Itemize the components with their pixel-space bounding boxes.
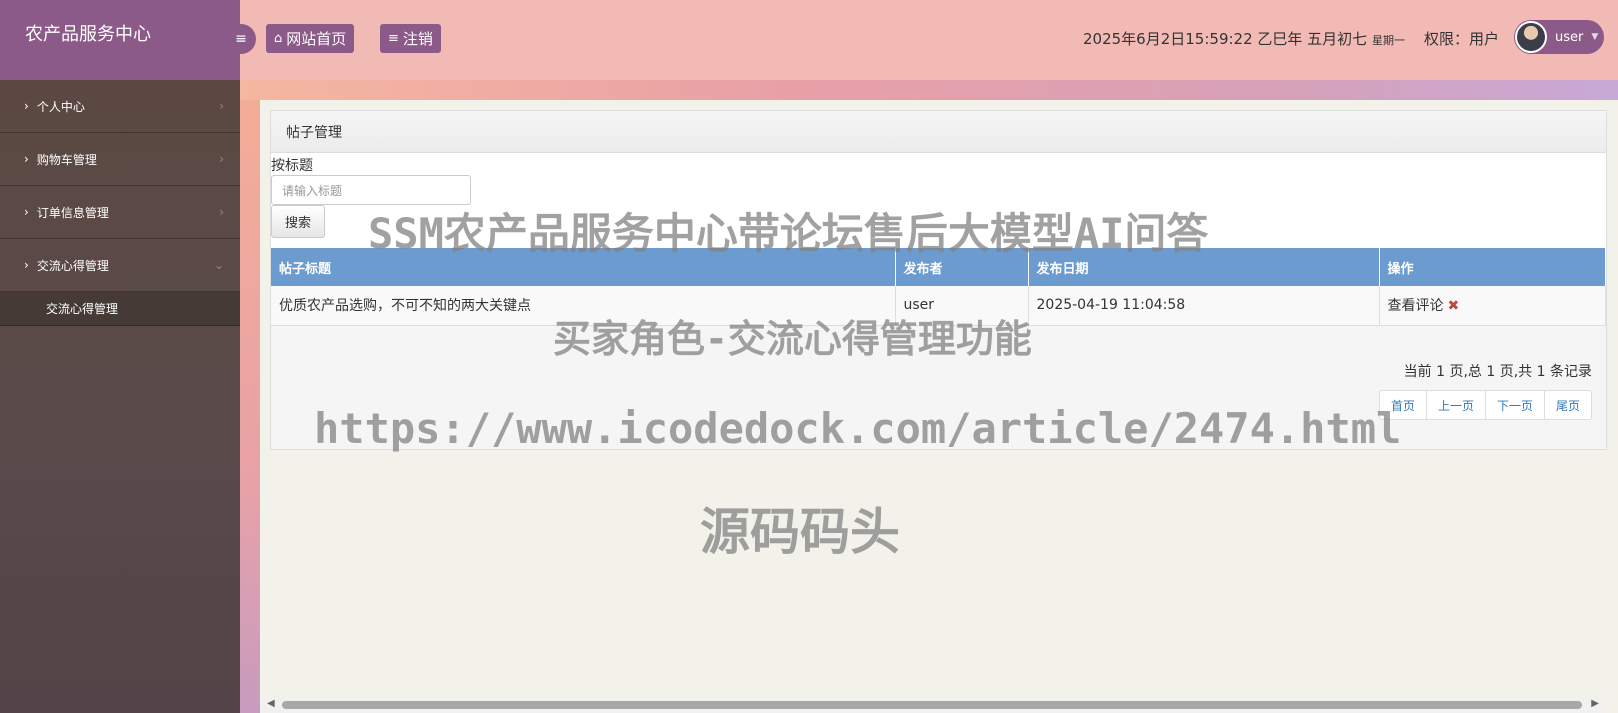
horizontal-scrollbar[interactable]: ◀ ▶: [262, 697, 1604, 713]
sidebar-item-cart[interactable]: › 购物车管理 ›: [0, 133, 240, 186]
watermark-url: https://www.icodedock.com/article/2474.h…: [314, 404, 1402, 453]
username: user: [1555, 29, 1584, 45]
caret-down-icon: ▼: [1591, 32, 1599, 42]
chevron-right-icon: ›: [219, 99, 224, 113]
column-header-action: 操作: [1379, 248, 1606, 286]
prev-page-button[interactable]: 上一页: [1425, 390, 1486, 420]
chevron-right-icon: ›: [24, 258, 29, 272]
sidebar-item-label: 购物车管理: [36, 152, 97, 167]
menu-toggle-icon[interactable]: ≡: [226, 24, 256, 54]
chevron-right-icon: ›: [219, 152, 224, 166]
view-comments-link[interactable]: 查看评论: [1388, 298, 1444, 314]
scroll-left-icon[interactable]: ◀: [267, 698, 275, 709]
cell-date: 2025-04-19 11:04:58: [1028, 286, 1380, 326]
list-icon: ≡: [388, 31, 399, 46]
home-icon: ⌂: [274, 31, 283, 46]
chevron-right-icon: ›: [24, 152, 29, 166]
next-page-button[interactable]: 下一页: [1484, 390, 1545, 420]
logout-button-label: 注销: [402, 30, 433, 48]
watermark-subtitle: 买家角色-交流心得管理功能: [553, 317, 1032, 361]
cell-action: 查看评论 ✖: [1379, 286, 1606, 326]
panel-title: 帖子管理: [271, 111, 1606, 153]
watermark-brand: 源码码头: [700, 503, 900, 561]
sidebar-item-label: 个人中心: [36, 99, 85, 114]
scroll-thumb[interactable]: [282, 701, 1582, 709]
logout-button[interactable]: ≡ 注销: [380, 24, 441, 53]
sidebar-item-label: 交流心得管理: [36, 258, 109, 273]
user-menu[interactable]: user ▼: [1514, 20, 1604, 54]
chevron-right-icon: ›: [219, 205, 224, 219]
delete-icon[interactable]: ✖: [1448, 298, 1460, 314]
sidebar-item-personal-center[interactable]: › 个人中心 ›: [0, 80, 240, 133]
top-header: [240, 0, 1618, 80]
search-label: 按标题: [271, 158, 313, 174]
app-brand: 农产品服务中心: [0, 0, 240, 80]
home-button-label: 网站首页: [286, 30, 347, 48]
datetime-text: 2025年6月2日15:59:22 乙巳年 五月初七: [1083, 30, 1368, 48]
pagination: 首页 上一页 下一页 尾页: [1378, 390, 1592, 420]
home-button[interactable]: ⌂ 网站首页: [266, 24, 355, 53]
chevron-down-icon: ⌄: [213, 258, 224, 272]
sidebar-item-label: 订单信息管理: [36, 205, 109, 220]
weekday-text: 星期一: [1371, 34, 1405, 47]
chevron-right-icon: ›: [24, 99, 29, 113]
sidebar-item-experience[interactable]: › 交流心得管理 ⌄: [0, 239, 240, 292]
sidebar-item-orders[interactable]: › 订单信息管理 ›: [0, 186, 240, 239]
scroll-right-icon[interactable]: ▶: [1591, 698, 1599, 709]
avatar: [1515, 21, 1547, 53]
last-page-button[interactable]: 尾页: [1543, 390, 1592, 420]
chevron-right-icon: ›: [24, 205, 29, 219]
submenu-item-experience[interactable]: 交流心得管理: [0, 292, 240, 326]
header-gradient-strip: [240, 80, 1618, 100]
search-button[interactable]: 搜索: [271, 205, 325, 238]
decorative-band: [240, 100, 260, 713]
datetime-display: 2025年6月2日15:59:22 乙巳年 五月初七 星期一: [1083, 28, 1405, 49]
pagination-info: 当前 1 页,总 1 页,共 1 条记录: [1403, 364, 1592, 380]
sidebar: 农产品服务中心 › 个人中心 › › 购物车管理 › › 订单信息管理 › › …: [0, 0, 240, 713]
permission-label: 权限：用户: [1424, 30, 1500, 48]
post-management-panel: 帖子管理 按标题 请输入标题 搜索 帖子标题 发布者 发布日期 操作 优质农产品…: [270, 110, 1607, 450]
watermark-title: SSM农产品服务中心带论坛售后大模型AI问答: [368, 209, 1209, 258]
